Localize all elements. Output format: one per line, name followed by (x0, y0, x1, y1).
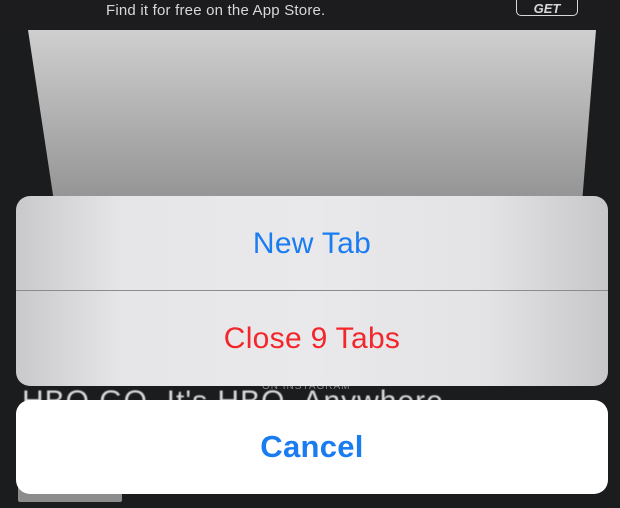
app-store-banner: Find it for free on the App Store. GET (0, 0, 620, 30)
new-tab-button[interactable]: New Tab (16, 196, 608, 291)
banner-subtitle: Find it for free on the App Store. (106, 2, 326, 19)
cancel-button[interactable]: Cancel (16, 400, 608, 494)
close-tabs-button[interactable]: Close 9 Tabs (16, 291, 608, 386)
get-button[interactable]: GET (516, 0, 578, 16)
safari-tab-switcher-screen: Find it for free on the App Store. GET O… (0, 0, 620, 508)
action-sheet: New Tab Close 9 Tabs (16, 196, 608, 386)
